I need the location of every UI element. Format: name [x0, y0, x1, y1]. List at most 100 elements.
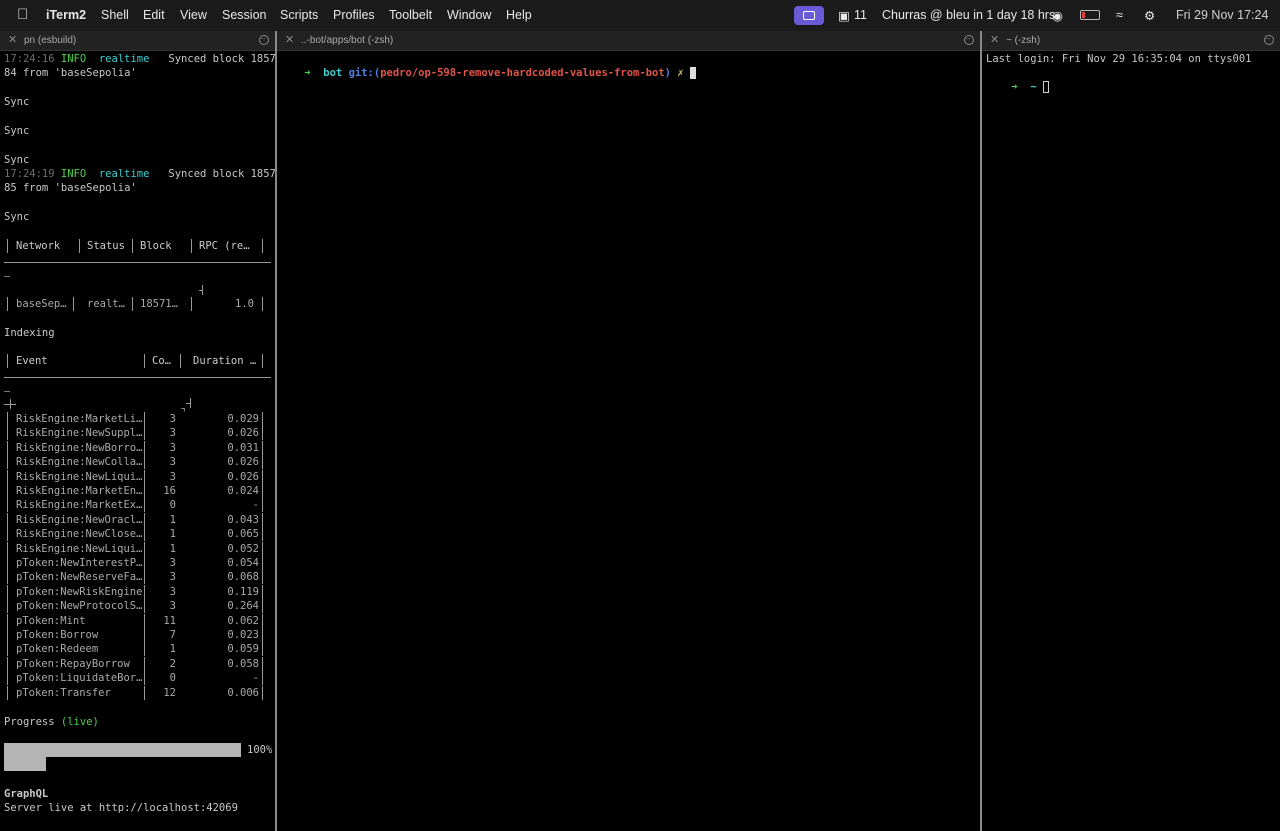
- event-duration: 0.058: [227, 657, 259, 670]
- event-duration: 0.068: [227, 571, 259, 584]
- event-name: pToken:Transfer: [16, 686, 111, 699]
- event-name: RiskEngine:NewSuppl…: [16, 427, 143, 440]
- wifi-icon[interactable]: ≈: [1116, 8, 1123, 22]
- datetime[interactable]: Fri 29 Nov 17:24: [1176, 8, 1268, 22]
- event-name: pToken:LiquidateBor…: [16, 672, 143, 685]
- battery-icon[interactable]: [1080, 10, 1100, 20]
- terminal-pane-middle[interactable]: ➜ bot git:(pedro/op-598-remove-hardcoded…: [277, 51, 980, 831]
- table-header: RPC (re…: [199, 240, 250, 252]
- table-cell: realt…: [87, 298, 125, 310]
- table-row: pToken:RepayBorrow 2 0.058: [0, 656, 275, 671]
- menu-window[interactable]: Window: [447, 8, 491, 22]
- table-row: RiskEngine:NewLiqui… 1 0.052: [0, 541, 275, 556]
- notification-count[interactable]: 11: [854, 8, 867, 22]
- event-duration: 0.043: [227, 513, 259, 526]
- event-duration: 0.031: [227, 441, 259, 454]
- calendar-event[interactable]: Churras @ bleu in 1 day 18 hrs: [882, 8, 1055, 22]
- table-row: pToken:Redeem 1 0.059: [0, 642, 275, 657]
- event-duration: 0.119: [227, 585, 259, 598]
- event-count: 7: [169, 629, 176, 641]
- table-row: RiskEngine:MarketLi… 3 0.029: [0, 412, 275, 426]
- event-duration: -: [252, 499, 259, 512]
- tab-title: ~ (-zsh): [1006, 35, 1041, 46]
- table-header: Network: [16, 240, 61, 252]
- log-line: 17:24:19 INFO realtime Synced block 1857…: [4, 168, 275, 180]
- menu-app-name[interactable]: iTerm2: [46, 8, 86, 22]
- event-count: 1: [169, 643, 176, 656]
- tab-esbuild[interactable]: ✕ pn (esbuild): [0, 29, 275, 51]
- prompt-arrow-icon: ➜: [1011, 81, 1018, 93]
- cursor-block: [689, 67, 696, 79]
- event-count: 3: [169, 441, 176, 454]
- tab-bot-zsh[interactable]: ✕ ..-bot/apps/bot (-zsh): [277, 29, 980, 51]
- table-row: RiskEngine:NewColla… 3 0.026: [0, 455, 275, 470]
- event-name: pToken:RepayBorrow: [16, 657, 130, 670]
- event-count: 3: [169, 600, 176, 613]
- sync-line: Sync: [4, 96, 30, 108]
- progress-fill: [4, 743, 241, 757]
- table-cell: 18571…: [140, 298, 178, 310]
- event-name: RiskEngine:NewLiqui…: [16, 542, 143, 555]
- table-row: RiskEngine:MarketEx… 0 -: [0, 498, 275, 513]
- event-name: pToken:Redeem: [16, 643, 99, 656]
- event-count: 3: [169, 585, 176, 598]
- log-line: 17:24:16 INFO realtime Synced block 1857…: [4, 53, 275, 65]
- menu-edit[interactable]: Edit: [143, 8, 165, 22]
- event-duration: -: [252, 672, 259, 685]
- menu-shell[interactable]: Shell: [101, 8, 129, 22]
- close-icon[interactable]: ✕: [285, 31, 294, 50]
- cursor-hollow: [1042, 81, 1049, 93]
- event-duration: 0.054: [227, 557, 259, 569]
- menu-session[interactable]: Session: [222, 8, 266, 22]
- more-icon[interactable]: [1264, 29, 1274, 48]
- event-duration: 0.026: [227, 427, 259, 440]
- event-name: RiskEngine:MarketLi…: [16, 413, 143, 425]
- event-count: 1: [169, 542, 176, 555]
- close-icon[interactable]: ✕: [8, 31, 17, 50]
- apple-icon[interactable]: : [17, 6, 28, 23]
- event-count: 3: [169, 557, 176, 569]
- prompt-line[interactable]: ➜ bot git:(pedro/op-598-remove-hardcoded…: [279, 52, 696, 79]
- more-icon[interactable]: [964, 29, 974, 48]
- menu-profiles[interactable]: Profiles: [333, 8, 375, 22]
- event-duration: 0.023: [227, 629, 259, 641]
- sync-line: Sync: [4, 211, 30, 223]
- prompt-line[interactable]: ➜ ~: [986, 66, 1049, 93]
- event-name: pToken:NewRiskEngine: [16, 585, 143, 598]
- event-count: 3: [169, 571, 176, 584]
- tab-title: pn (esbuild): [24, 35, 77, 46]
- terminal-pane-right[interactable]: Last login: Fri Nov 29 16:35:04 on ttys0…: [982, 51, 1280, 831]
- table-row: RiskEngine:NewOracl… 1 0.043: [0, 512, 275, 527]
- menu-view[interactable]: View: [180, 8, 207, 22]
- menu-scripts[interactable]: Scripts: [280, 8, 318, 22]
- progress-block: [4, 757, 46, 771]
- more-icon[interactable]: [259, 29, 269, 48]
- event-name: pToken:NewProtocolS…: [16, 600, 143, 613]
- close-icon[interactable]: ✕: [990, 31, 999, 50]
- terminal-pane-left[interactable]: 17:24:16 INFO realtime Synced block 1857…: [0, 51, 275, 831]
- focus-icon[interactable]: ◉: [1052, 8, 1063, 23]
- menu-help[interactable]: Help: [506, 8, 532, 22]
- table-row: RiskEngine:NewClose… 1 0.065: [0, 527, 275, 542]
- notification-icon[interactable]: ▣: [838, 8, 850, 23]
- tab-home-zsh[interactable]: ✕ ~ (-zsh): [982, 29, 1280, 51]
- menu-toolbelt[interactable]: Toolbelt: [389, 8, 432, 22]
- log-line-cont: 84 from 'baseSepolia': [4, 67, 137, 79]
- event-duration: 0.029: [227, 413, 259, 425]
- event-name: pToken:NewInterestP…: [16, 557, 143, 569]
- event-duration: 0.065: [227, 528, 259, 541]
- sync-line: Sync: [4, 125, 30, 137]
- table-row: pToken:NewInterestP… 3 0.054: [0, 556, 275, 570]
- screen-share-icon[interactable]: [794, 6, 824, 25]
- control-center-icon[interactable]: ⚙: [1144, 8, 1155, 23]
- event-duration: 0.026: [227, 470, 259, 483]
- event-name: pToken:Borrow: [16, 629, 99, 641]
- table-row: RiskEngine:NewSuppl… 3 0.026: [0, 426, 275, 441]
- table-row: pToken:NewRiskEngine 3 0.119: [0, 584, 275, 599]
- event-duration: 0.059: [227, 643, 259, 656]
- event-name: pToken:NewReserveFa…: [16, 571, 143, 584]
- event-name: RiskEngine:NewClose…: [16, 528, 143, 541]
- table-row: pToken:LiquidateBor… 0 -: [0, 671, 275, 686]
- table-row: RiskEngine:NewBorro… 3 0.031: [0, 440, 275, 455]
- table-row: RiskEngine:MarketEn… 16 0.024: [0, 484, 275, 498]
